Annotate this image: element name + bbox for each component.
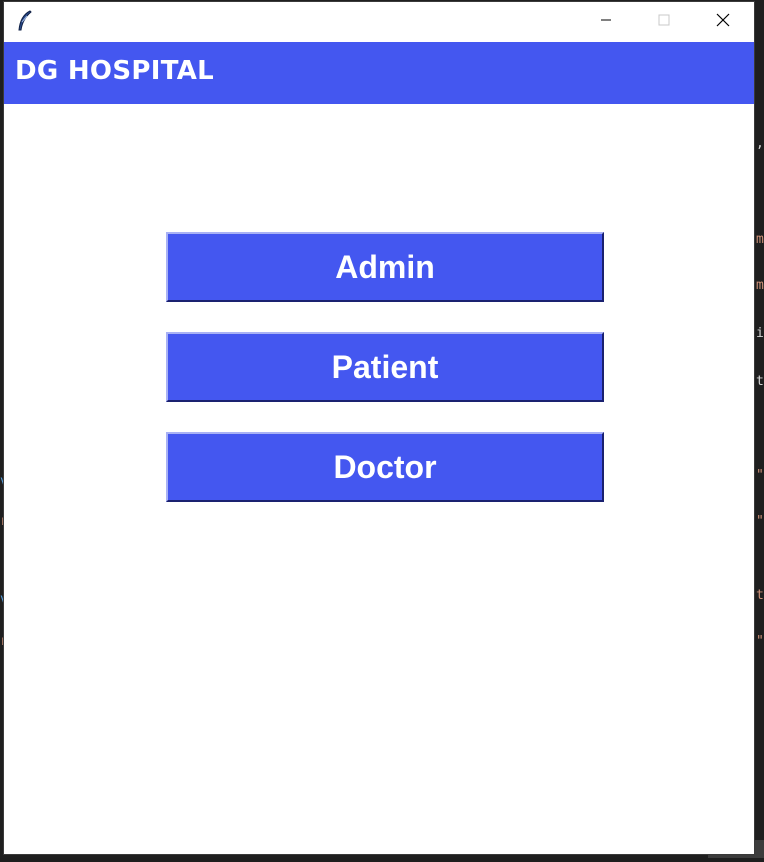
maximize-button[interactable] (635, 2, 693, 42)
maximize-icon (658, 13, 670, 31)
close-icon (716, 13, 730, 32)
bg-code-fragment: t (756, 374, 764, 389)
minimize-button[interactable] (577, 2, 635, 42)
bg-code-fragment: , (756, 136, 764, 151)
bg-code-fragment: i (756, 326, 764, 341)
admin-button[interactable]: Admin (166, 232, 604, 302)
title-bar[interactable] (4, 2, 754, 42)
close-button[interactable] (694, 2, 752, 42)
bg-code-fragment: m (756, 232, 764, 247)
bg-code-fragment: t (756, 588, 764, 603)
bg-code-fragment: m (756, 278, 764, 293)
app-window: DG HOSPITAL Admin Patient Doctor (4, 2, 754, 854)
doctor-button[interactable]: Doctor (166, 432, 604, 502)
bg-code-fragment: " (756, 514, 764, 529)
feather-icon (16, 10, 34, 32)
bg-code-fragment: " (756, 468, 764, 483)
bg-code-fragment: " (756, 634, 764, 649)
header-bar: DG HOSPITAL (4, 42, 754, 104)
page-title: DG HOSPITAL (15, 56, 214, 86)
minimize-icon (600, 13, 612, 31)
patient-button[interactable]: Patient (166, 332, 604, 402)
